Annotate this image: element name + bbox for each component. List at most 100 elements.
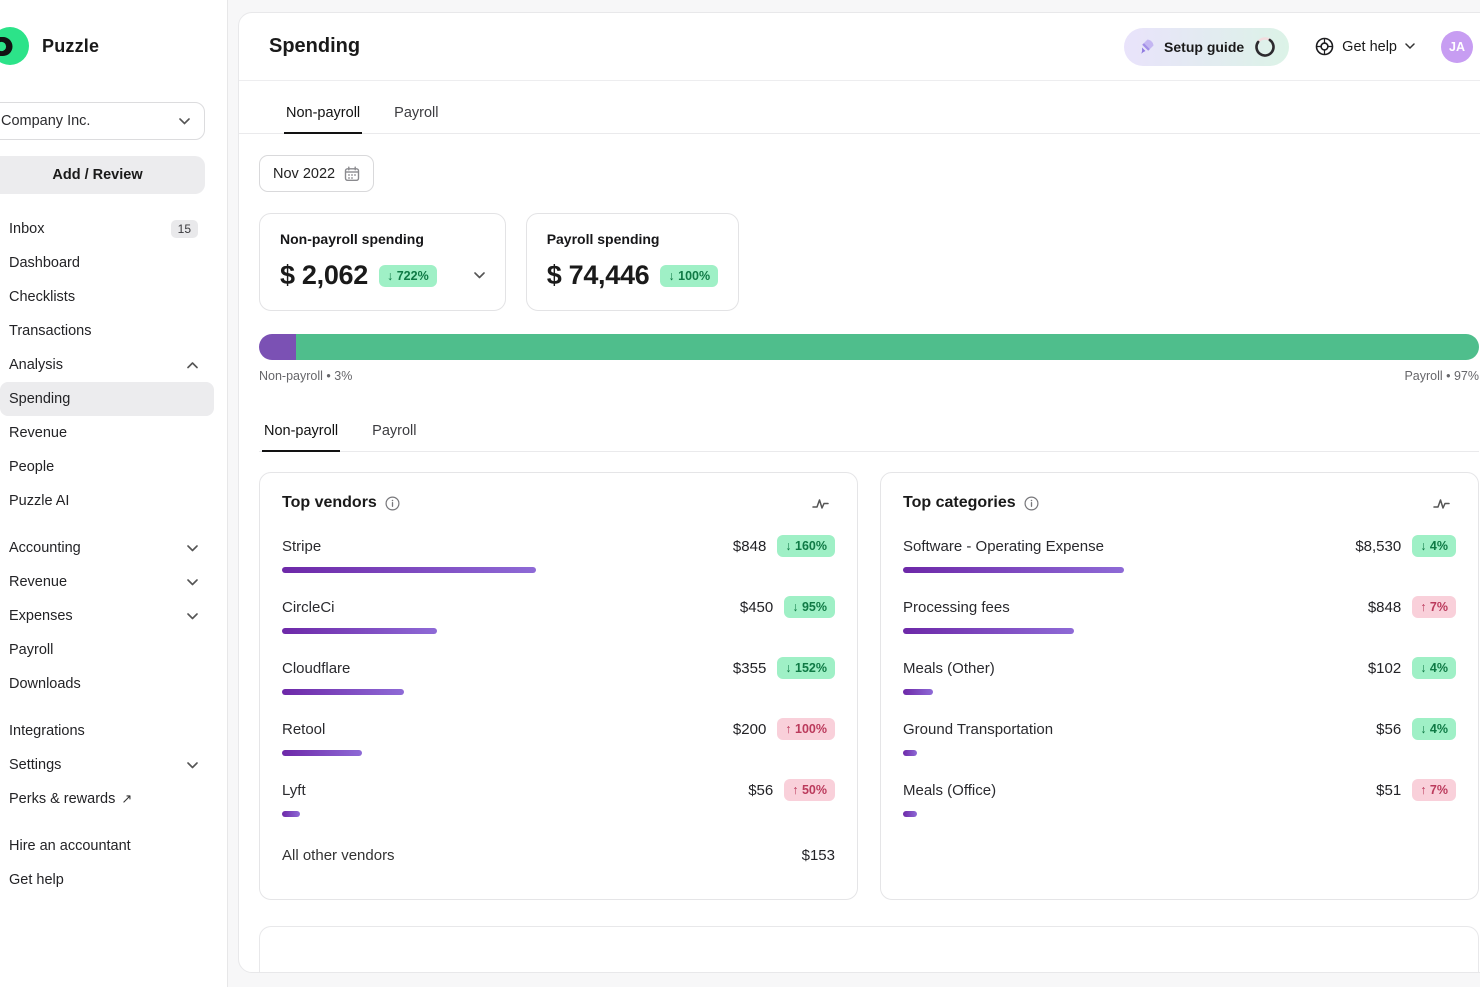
delta-badge: ↑ 7% [1412,596,1456,618]
get-help-menu[interactable]: Get help [1315,37,1415,56]
tab-non-payroll[interactable]: Non-payroll [284,95,362,134]
sidebar: Puzzle Company Inc. Add / Review Inbox15… [0,0,228,987]
delta-badge: ↓ 100% [660,265,718,287]
vendor-bar [282,567,536,573]
trend-icon[interactable] [1433,497,1450,510]
sidebar-item-perks-rewards[interactable]: Perks & rewards↗ [0,782,214,816]
sidebar-item-checklists[interactable]: Checklists [0,280,214,314]
sidebar-item-label: Dashboard [9,255,80,271]
setup-guide-button[interactable]: Setup guide [1124,28,1289,66]
sidebar-item-payroll[interactable]: Payroll [0,633,214,667]
sidebar-item-label: Puzzle AI [9,493,69,509]
category-bar [903,811,917,817]
sidebar-item-revenue[interactable]: Revenue [0,416,214,450]
page-title: Spending [269,35,1124,58]
external-link-icon: ↗ [121,791,132,806]
chevron-down-icon [187,545,198,552]
chevron-down-icon [1405,43,1415,50]
sidebar-item-puzzle-ai[interactable]: Puzzle AI [0,484,214,518]
delta-badge: ↑ 7% [1412,779,1456,801]
sidebar-item-label: Expenses [9,608,73,624]
sidebar-item-people[interactable]: People [0,450,214,484]
sidebar-item-expenses[interactable]: Expenses [0,599,214,633]
sidebar-nav: Inbox15 Dashboard ChecklistsTransactions An… [0,212,227,897]
calendar-icon [344,166,360,182]
all-other-vendors-label: All other vendors [282,847,395,864]
sidebar-item-downloads[interactable]: Downloads [0,667,214,701]
company-selector[interactable]: Company Inc. [0,102,205,140]
top-vendors-title-text: Top vendors [282,494,377,512]
category-name: Ground Transportation [903,721,1053,738]
vendor-bar [282,628,437,634]
avatar[interactable]: JA [1441,31,1473,63]
sidebar-item-label: Integrations [9,723,85,739]
brand: Puzzle [0,26,227,66]
rocket-icon [1138,38,1155,55]
category-row-meals-office: Meals (Office)$51↑ 7% [903,779,1456,817]
add-review-label: Add / Review [52,167,142,183]
payroll-split-label: Payroll • 97% [1404,369,1479,383]
tab-payroll[interactable]: Payroll [392,95,440,134]
sidebar-item-dashboard[interactable]: Dashboard [0,246,214,280]
date-filter-button[interactable]: Nov 2022 [259,155,374,192]
top-categories-rows: Software - Operating Expense$8,530↓ 4%Pr… [903,535,1456,817]
sidebar-item-label: Inbox [9,221,44,237]
setup-guide-label: Setup guide [1164,39,1244,55]
nav-gap [0,816,227,829]
primary-tabs: Non-payroll Payroll [239,95,1480,134]
summary-card-title: Payroll spending [547,231,718,247]
delta-badge: ↓ 722% [379,265,437,287]
sidebar-item-spending[interactable]: Spending [0,382,214,416]
top-vendors-rows: Stripe$848↓ 160%CircleCi$450↓ 95%Cloudfl… [282,535,835,817]
vendor-value: $450 [740,599,773,616]
sidebar-item-settings[interactable]: Settings [0,748,214,782]
vendor-bar [282,750,362,756]
sidebar-item-hire-an-accountant[interactable]: Hire an accountant [0,829,214,863]
category-bar [903,689,933,695]
trend-icon[interactable] [812,497,829,510]
top-categories-card: Top categories Software - Operating Expe… [880,472,1479,900]
sidebar-item-integrations[interactable]: Integrations [0,714,214,748]
chevron-up-icon [187,362,198,369]
sidebar-item-label: People [9,459,54,475]
top-categories-title-text: Top categories [903,494,1016,512]
all-other-vendors-row: All other vendors $153 [282,847,835,864]
sidebar-item-label: Analysis [9,357,63,373]
sidebar-item-inbox[interactable]: Inbox15 [0,212,214,246]
section-tabs: Non-payroll Payroll [259,413,1479,452]
vendor-row-lyft: Lyft$56↑ 50% [282,779,835,817]
info-icon[interactable] [1024,496,1039,511]
tab-payroll[interactable]: Payroll [370,413,418,452]
tab-non-payroll[interactable]: Non-payroll [262,413,340,452]
chevron-down-icon [474,272,485,279]
category-value: $102 [1368,660,1401,677]
category-value: $8,530 [1355,538,1401,555]
delta-badge: ↓ 152% [777,657,835,679]
category-value: $56 [1376,721,1401,738]
spending-panel: Spending Setup guide [238,12,1480,973]
avatar-initials: JA [1449,40,1465,54]
sidebar-item-accounting[interactable]: Accounting [0,531,214,565]
top-categories-header: Top categories [903,494,1456,512]
chevron-down-icon [179,118,190,125]
delta-badge: ↓ 4% [1412,657,1456,679]
sidebar-item-get-help[interactable]: Get help [0,863,214,897]
sidebar-item-label: Perks & rewards↗ [9,791,132,807]
category-name: Software - Operating Expense [903,538,1104,555]
category-row-ground-transportation: Ground Transportation$56↓ 4% [903,718,1456,756]
vendor-bar [282,811,300,817]
sidebar-item-revenue[interactable]: Revenue [0,565,214,599]
sidebar-item-transactions[interactable]: Transactions [0,314,214,348]
expand-chevron-icon[interactable] [474,272,485,279]
summary-card-value: $ 2,062 [280,260,368,291]
nav-gap [0,518,227,531]
non-payroll-split-label: Non-payroll • 3% [259,369,352,383]
info-icon[interactable] [385,496,400,511]
vendor-value: $200 [733,721,766,738]
top-vendors-title: Top vendors [282,494,400,512]
top-vendors-header: Top vendors [282,494,835,512]
setup-progress-ring [1253,35,1277,59]
vendor-name: CircleCi [282,599,335,616]
add-review-button[interactable]: Add / Review [0,156,205,194]
sidebar-item-analysis[interactable]: Analysis [0,348,214,382]
